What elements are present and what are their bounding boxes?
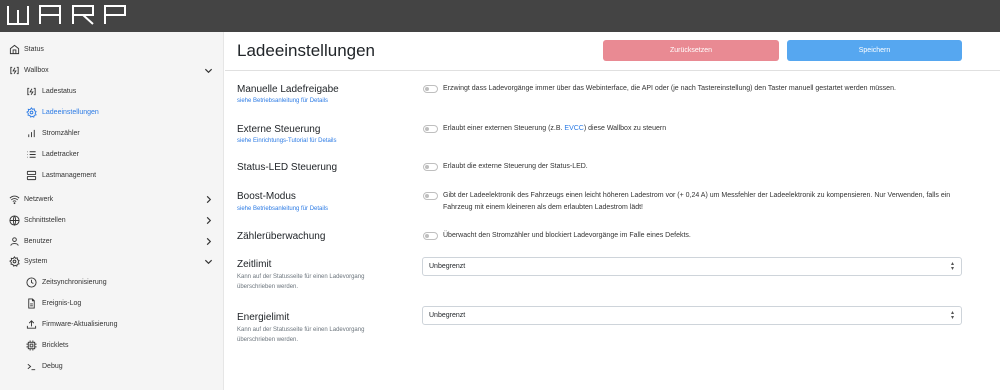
chevron-down-icon <box>204 68 213 74</box>
meter-monitoring-description: Überwacht den Stromzähler und blockiert … <box>443 232 691 239</box>
meter-monitoring-title: Zählerüberwachung <box>237 231 326 242</box>
time-limit-title: Zeitlimit <box>237 259 272 270</box>
sidebar-item-label: Benutzer <box>24 238 53 245</box>
page-title: Ladeeinstellungen <box>237 41 376 60</box>
external-control-description-text-end: ) diese Wallbox zu steuern <box>583 125 667 132</box>
manual-release-description: Erzwingt dass Ladevorgänge immer über da… <box>443 85 896 92</box>
sidebar-item-ladetracker[interactable]: Ladetracker <box>0 144 224 165</box>
save-button[interactable]: Speichern <box>787 40 962 61</box>
main-content: Ladeeinstellungen Zurücksetzen Speichern… <box>225 32 1000 390</box>
file-text-icon <box>25 298 37 310</box>
gear-icon <box>25 107 37 119</box>
sidebar-item-firmware[interactable]: Firmware-Aktualisierung <box>0 314 224 335</box>
top-bar <box>0 0 1000 32</box>
upload-icon <box>25 319 37 331</box>
chevron-right-icon <box>206 237 212 246</box>
external-control-description: Erlaubt einer externen Steuerung (z.B. E… <box>443 123 973 135</box>
manual-release-switch[interactable] <box>423 85 438 93</box>
sidebar-item-system[interactable]: System <box>0 251 224 272</box>
sidebar-item-label: Firmware-Aktualisierung <box>42 321 118 328</box>
server-icon <box>25 170 37 182</box>
reset-button[interactable]: Zurücksetzen <box>603 40 779 61</box>
sidebar-item-label: Bricklets <box>42 342 69 349</box>
list-icon <box>25 149 37 161</box>
gear-icon <box>8 256 20 268</box>
sidebar-item-wallbox[interactable]: Wallbox <box>0 60 224 81</box>
chevron-right-icon <box>206 195 212 204</box>
chevron-right-icon <box>206 216 212 225</box>
user-icon <box>8 236 20 248</box>
sidebar-item-ladeeinstellungen[interactable]: Ladeeinstellungen <box>0 102 224 123</box>
sidebar-item-schnittstellen[interactable]: Schnittstellen <box>0 210 224 231</box>
sidebar-item-label: System <box>24 258 48 265</box>
charger-icon <box>25 86 37 98</box>
energy-limit-select[interactable]: Unbegrenzt ▴ ▾ <box>422 306 962 325</box>
sidebar-item-netzwerk[interactable]: Netzwerk <box>0 189 224 210</box>
boost-mode-title: Boost-Modus <box>237 191 296 202</box>
sidebar-item-label: Debug <box>42 363 63 370</box>
clock-icon <box>25 277 37 289</box>
energy-limit-value: Unbegrenzt <box>429 312 466 319</box>
sidebar-item-lastmanagement[interactable]: Lastmanagement <box>0 165 224 186</box>
bar-chart-icon <box>25 128 37 140</box>
sidebar-item-ladestatus[interactable]: Ladestatus <box>0 81 224 102</box>
external-control-title: Externe Steuerung <box>237 124 321 135</box>
external-control-tutorial-link[interactable]: siehe Einrichtungs-Tutorial für Details <box>237 138 337 144</box>
select-caret-icon: ▴ ▾ <box>950 310 954 321</box>
sidebar-item-label: Ladestatus <box>42 88 77 95</box>
select-caret-icon: ▴ ▾ <box>950 261 954 272</box>
status-led-description: Erlaubt die externe Steuerung der Status… <box>443 163 588 170</box>
external-control-switch[interactable] <box>423 125 438 133</box>
wifi-icon <box>8 194 20 206</box>
terminal-icon <box>25 361 37 373</box>
sidebar-item-label: Ladetracker <box>42 151 79 158</box>
sidebar-item-stromzaehler[interactable]: Stromzähler <box>0 123 224 144</box>
energy-limit-help: Kann auf der Statusseite für einen Ladev… <box>237 327 365 343</box>
sidebar-item-bricklets[interactable]: Bricklets <box>0 335 224 356</box>
external-control-description-text: Erlaubt einer externen Steuerung (z.B. <box>443 125 565 132</box>
sidebar-item-debug[interactable]: Debug <box>0 356 224 377</box>
header-divider <box>225 70 1000 71</box>
sidebar-item-label: Status <box>24 46 44 53</box>
status-led-title: Status-LED Steuerung <box>237 162 338 173</box>
evcc-link[interactable]: EVCC <box>564 125 583 132</box>
sidebar-item-zeitsynchronisierung[interactable]: Zeitsynchronisierung <box>0 272 224 293</box>
home-icon <box>8 44 20 56</box>
manual-release-doc-link[interactable]: siehe Betriebsanleitung für Details <box>237 98 328 104</box>
time-limit-select[interactable]: Unbegrenzt ▴ ▾ <box>422 257 962 276</box>
sidebar-item-label: Schnittstellen <box>24 217 66 224</box>
cpu-icon <box>25 340 37 352</box>
sidebar-item-ereignis-log[interactable]: Ereignis-Log <box>0 293 224 314</box>
charger-icon <box>8 65 20 77</box>
meter-monitoring-switch[interactable] <box>423 232 438 240</box>
sidebar-item-label: Ladeeinstellungen <box>42 109 99 116</box>
sidebar-item-label: Wallbox <box>24 67 49 74</box>
manual-release-title: Manuelle Ladefreigabe <box>237 84 339 95</box>
sidebar-item-status[interactable]: Status <box>0 39 224 60</box>
time-limit-help: Kann auf der Statusseite für einen Ladev… <box>237 274 365 290</box>
sidebar-item-label: Stromzähler <box>42 130 80 137</box>
time-limit-value: Unbegrenzt <box>429 263 466 270</box>
boost-mode-description: Gibt der Ladeelektronik des Fahrzeugs ei… <box>443 192 951 211</box>
sidebar: Status Wallbox Ladestatus Ladeeinstellun… <box>0 32 224 390</box>
sidebar-item-label: Lastmanagement <box>42 172 97 179</box>
boost-mode-switch[interactable] <box>423 192 438 200</box>
boost-mode-doc-link[interactable]: siehe Betriebsanleitung für Details <box>237 206 328 212</box>
status-led-switch[interactable] <box>423 163 438 171</box>
globe-icon <box>8 215 20 227</box>
warp-logo <box>7 5 150 30</box>
chevron-down-icon <box>204 259 213 265</box>
sidebar-item-label: Zeitsynchronisierung <box>42 279 107 286</box>
sidebar-item-benutzer[interactable]: Benutzer <box>0 231 224 252</box>
sidebar-item-label: Ereignis-Log <box>42 300 82 307</box>
energy-limit-title: Energielimit <box>237 312 290 323</box>
sidebar-item-label: Netzwerk <box>24 196 54 203</box>
